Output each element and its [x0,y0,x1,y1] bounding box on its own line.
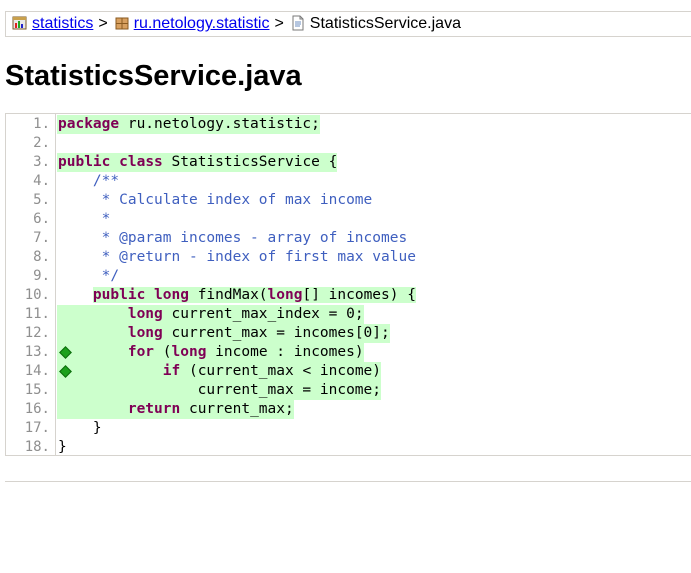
code-line-6: 6. * [6,210,691,229]
footer-divider [5,481,691,482]
code-line-12: 12. long current_max = incomes[0]; [6,324,691,343]
line-number: 8. [33,249,50,265]
source-code-listing: 1. package ru.netology.statistic; 2. 3. … [5,113,691,456]
code-line-3: 3. public class StatisticsService { [6,153,691,172]
code-text: if (current_max < income) [57,362,382,381]
line-number: 1. [33,116,50,132]
line-number: 5. [33,192,50,208]
code-line-14: 14. if (current_max < income) [6,362,691,381]
code-text: package ru.netology.statistic; [57,115,320,134]
code-text: } [58,439,67,455]
line-number: 12. [24,325,50,341]
code-line-18: 18. } [6,438,691,457]
code-text: public class StatisticsService { [57,153,338,172]
line-number: 11. [24,306,50,322]
code-text: return current_max; [57,400,294,419]
code-line-17: 17. } [6,419,691,438]
line-number: 14. [24,363,50,379]
breadcrumb-project-link[interactable]: statistics [32,12,93,36]
project-icon [12,15,28,31]
line-number: 7. [33,230,50,246]
source-file-icon [290,15,306,31]
breadcrumb-separator: > [274,15,284,32]
code-line-15: 15. current_max = income; [6,381,691,400]
code-line-10: 10. public long findMax(long[] incomes) … [6,286,691,305]
line-number: 15. [24,382,50,398]
line-number: 2. [33,135,50,151]
line-number: 3. [33,154,50,170]
code-line-7: 7. * @param incomes - array of incomes [6,229,691,248]
code-text: long current_max_index = 0; [57,305,364,324]
code-line-13: 13. for (long income : incomes) [6,343,691,362]
breadcrumb-separator: > [98,15,108,32]
code-line-8: 8. * @return - index of first max value [6,248,691,267]
code-line-2: 2. [6,134,691,153]
code-text: public long findMax(long[] incomes) { [92,287,416,303]
line-number: 18. [24,439,50,455]
breadcrumb-package-link[interactable]: ru.netology.statistic [134,12,270,36]
code-text: } [58,420,102,436]
line-number: 4. [33,173,50,189]
code-line-4: 4. /** [6,172,691,191]
line-number: 9. [33,268,50,284]
code-line-16: 16. return current_max; [6,400,691,419]
code-text: * @return - index of first max value [58,249,416,265]
breadcrumb-current-file: StatisticsService.java [309,15,461,32]
code-text: * @param incomes - array of incomes [58,230,408,246]
code-text: * [58,211,111,227]
code-text: /** [58,173,120,189]
code-text: */ [58,268,120,284]
code-line-9: 9. */ [6,267,691,286]
line-number: 6. [33,211,50,227]
line-number: 17. [24,420,50,436]
code-text: * Calculate index of max income [58,192,373,208]
code-line-5: 5. * Calculate index of max income [6,191,691,210]
code-line-1: 1. package ru.netology.statistic; [6,115,691,134]
code-text: for (long income : incomes) [57,343,364,362]
breadcrumb: statistics > ru.netology.statistic > Sta… [5,11,691,37]
package-icon [114,15,130,31]
code-text: long current_max = incomes[0]; [57,324,390,343]
code-text: current_max = income; [57,381,382,400]
code-line-11: 11. long current_max_index = 0; [6,305,691,324]
line-number: 13. [24,344,50,360]
page-title: StatisticsService.java [5,60,302,92]
line-number: 10. [24,287,50,303]
line-number: 16. [24,401,50,417]
